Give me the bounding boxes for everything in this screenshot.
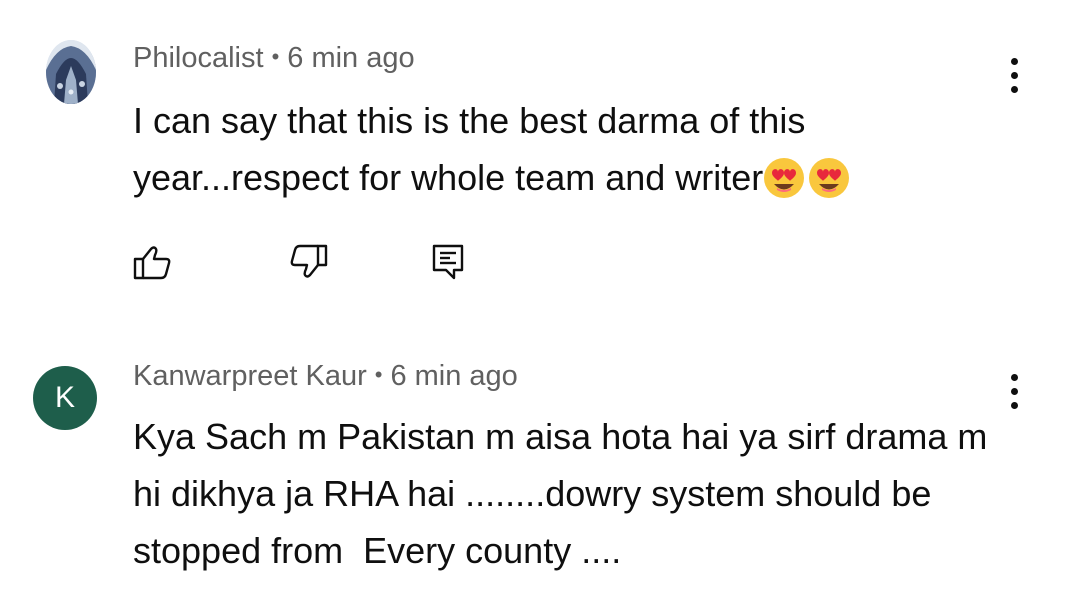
avatar-photo-icon bbox=[46, 40, 96, 104]
comment-meta: Kanwarpreet Kaur • 6 min ago bbox=[133, 360, 518, 393]
reply-button[interactable] bbox=[428, 240, 472, 284]
more-vertical-icon bbox=[1011, 86, 1018, 93]
more-vertical-icon bbox=[1011, 388, 1018, 395]
avatar-letter: K bbox=[54, 381, 75, 414]
meta-separator: • bbox=[374, 362, 383, 387]
meta-separator: • bbox=[271, 44, 280, 69]
comment-author[interactable]: Philocalist bbox=[133, 42, 264, 74]
comment-item: K Kanwarpreet Kaur • 6 min ago Kya Sach m … bbox=[0, 358, 1080, 596]
avatar[interactable]: K bbox=[33, 366, 97, 430]
heart-eyes-emoji-icon bbox=[764, 158, 805, 198]
more-vertical-icon bbox=[1011, 402, 1018, 409]
reply-icon bbox=[432, 244, 464, 280]
dislike-button[interactable] bbox=[287, 240, 331, 284]
like-icon bbox=[133, 246, 171, 280]
comment-text-content: I can say that this is the best darma of… bbox=[133, 100, 806, 198]
avatar[interactable] bbox=[46, 40, 96, 104]
comment-time[interactable]: 6 min ago bbox=[287, 42, 414, 74]
like-button[interactable] bbox=[130, 240, 174, 284]
comment-text: Kya Sach m Pakistan m aisa hota hai ya s… bbox=[133, 408, 1013, 579]
comment-text: I can say that this is the best darma of… bbox=[133, 92, 1013, 206]
comment-meta: Philocalist • 6 min ago bbox=[133, 42, 415, 75]
more-vertical-icon bbox=[1011, 374, 1018, 381]
more-vertical-icon bbox=[1011, 58, 1018, 65]
more-options-button[interactable] bbox=[1000, 372, 1030, 412]
comment-item: Philocalist • 6 min ago I can say that thi… bbox=[0, 38, 1080, 288]
comment-actions bbox=[130, 240, 530, 284]
comment-author[interactable]: Kanwarpreet Kaur bbox=[133, 360, 367, 392]
dislike-icon bbox=[290, 244, 328, 278]
more-vertical-icon bbox=[1011, 72, 1018, 79]
comment-text-content: Kya Sach m Pakistan m aisa hota hai ya s… bbox=[133, 416, 998, 571]
comment-time[interactable]: 6 min ago bbox=[390, 360, 517, 392]
heart-eyes-emoji-icon bbox=[809, 158, 850, 198]
more-options-button[interactable] bbox=[1000, 56, 1030, 96]
